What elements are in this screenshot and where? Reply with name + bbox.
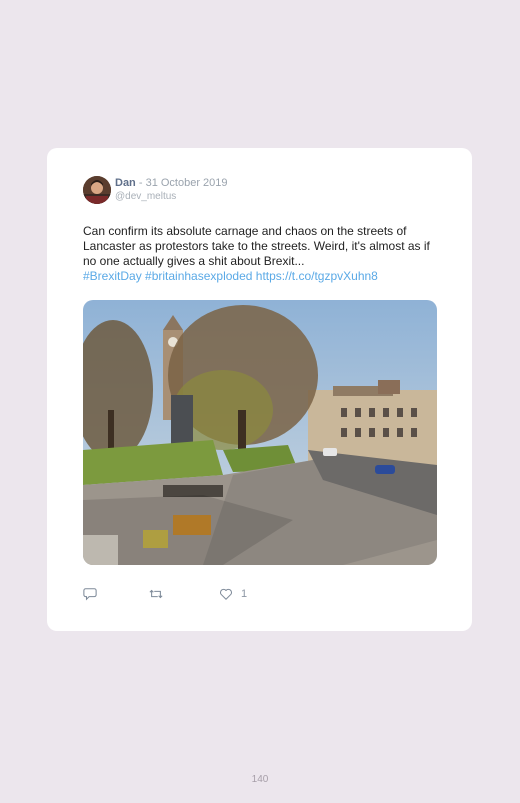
like-button[interactable]: 1 [219, 586, 247, 602]
tweet-card: Dan - 31 October 2019 @dev_meltus Can co… [47, 148, 472, 631]
avatar[interactable] [83, 176, 111, 204]
tweet-hashtags[interactable]: #BrexitDay #britainhasexploded [83, 269, 252, 283]
tweet-text: Can confirm its absolute carnage and cha… [83, 224, 435, 284]
retweet-button[interactable] [149, 586, 163, 602]
meta-separator: - [138, 177, 146, 189]
tweet-body: Can confirm its absolute carnage and cha… [83, 224, 430, 268]
heart-icon [220, 588, 232, 600]
tweet-link[interactable]: https://t.co/tgzpvXuhn8 [256, 269, 378, 283]
tweet-meta: Dan - 31 October 2019 [115, 177, 228, 189]
reply-button[interactable] [83, 586, 97, 602]
like-count: 1 [241, 588, 248, 600]
speech-bubble-icon [83, 588, 97, 601]
retweet-icon [149, 589, 163, 599]
tweet-actions: 1 [83, 586, 283, 602]
tweet-date: 31 October 2019 [145, 177, 228, 189]
author-name[interactable]: Dan [115, 177, 136, 189]
author-handle[interactable]: @dev_meltus [115, 191, 176, 202]
page-number: 140 [251, 774, 269, 785]
tweet-photo[interactable] [83, 300, 437, 565]
